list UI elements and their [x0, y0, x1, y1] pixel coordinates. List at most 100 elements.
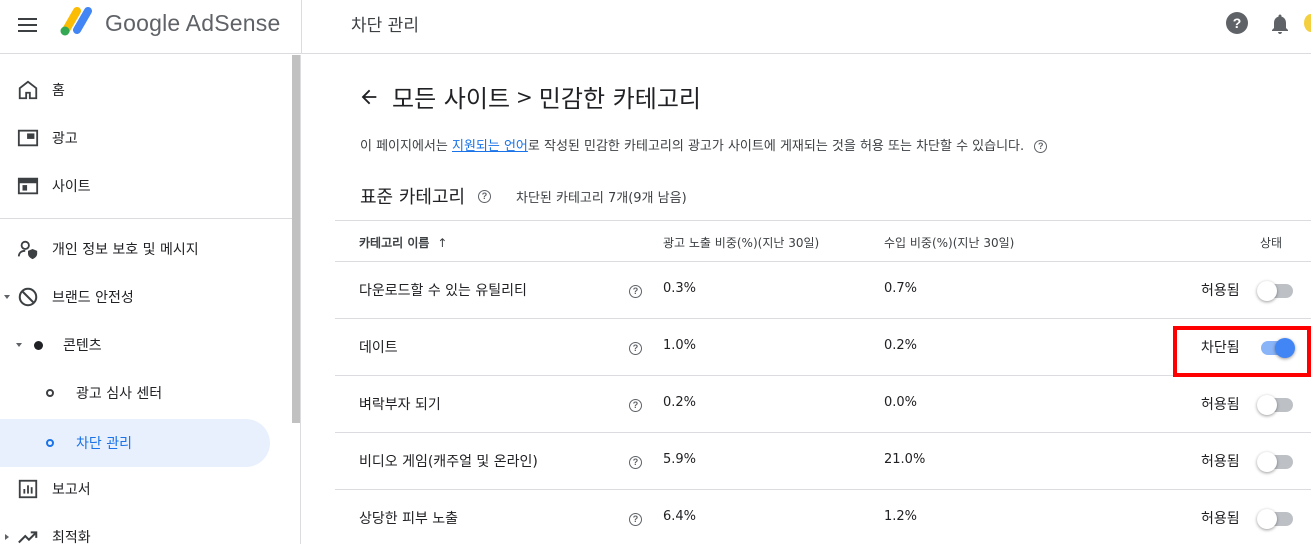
help-icon[interactable]: ? [1226, 12, 1248, 34]
sites-icon [17, 177, 39, 195]
category-name: 벼락부자 되기 [359, 397, 441, 413]
revenue-share: 0.0% [884, 395, 918, 410]
sidebar-item-label: 광고 [52, 131, 78, 147]
revenue-share: 0.2% [884, 338, 918, 353]
impression-share: 0.2% [663, 395, 697, 410]
home-icon [18, 80, 38, 100]
sidebar-item-optimize[interactable]: 최적화 [0, 513, 270, 544]
sidebar-item-privacy[interactable]: 개인 정보 보호 및 메시지 [0, 225, 270, 273]
sidebar-item-ad-review-center[interactable]: 광고 심사 센터 [0, 369, 270, 417]
caret-down-icon [4, 295, 10, 299]
impression-share: 6.4% [663, 509, 697, 524]
sidebar-item-ads[interactable]: 광고 [0, 114, 270, 162]
status-label: 허용됨 [1201, 397, 1240, 413]
block-toggle[interactable] [1257, 508, 1295, 530]
brand-name: Google AdSense [105, 10, 281, 36]
main-content: 모든 사이트 > 민감한 카테고리 이 페이지에서는 지원되는 언어로 작성된 … [302, 55, 1311, 544]
block-icon [18, 287, 38, 307]
category-name: 상당한 피부 노출 [359, 511, 459, 527]
help-circle-icon[interactable]: ? [1034, 140, 1048, 153]
revenue-share: 0.7% [884, 281, 918, 296]
privacy-icon [17, 240, 38, 260]
sidebar-item-label: 차단 관리 [76, 436, 132, 452]
sidebar-item-label: 개인 정보 보호 및 메시지 [52, 242, 199, 258]
adsense-logo-icon [60, 7, 92, 36]
caret-down-icon [16, 343, 22, 347]
category-name: 데이트 [359, 340, 398, 356]
top-app-bar: Google AdSense 차단 관리 ? [0, 0, 1311, 54]
block-toggle[interactable] [1257, 394, 1295, 416]
block-toggle[interactable] [1257, 451, 1295, 473]
sidebar-item-reports[interactable]: 보고서 [0, 465, 270, 513]
column-header-status: 상태 [1260, 236, 1283, 250]
menu-icon[interactable] [16, 13, 40, 37]
column-header-impressions: 광고 노출 비중(%)(지난 30일) [663, 236, 820, 250]
sidebar-item-content[interactable]: 콘텐츠 [0, 321, 270, 369]
description-text: 로 작성된 민감한 카테고리의 광고가 사이트에 게재되는 것을 허용 또는 차… [527, 139, 1025, 154]
sidebar-item-label: 콘텐츠 [63, 338, 102, 354]
impression-share: 5.9% [663, 452, 697, 467]
section-title: 표준 카테고리 [360, 187, 466, 208]
highlight-box [1173, 326, 1311, 377]
ring-icon [46, 439, 54, 447]
help-circle-icon[interactable]: ? [629, 456, 642, 469]
categories-table: 카테고리 이름 ↑ 광고 노출 비중(%)(지난 30일) 수입 비중(%)(지난… [335, 220, 1311, 544]
breadcrumb-all-sites[interactable]: 모든 사이트 [392, 79, 510, 114]
sidebar: 홈 광고 사이트 개인 정보 보호 및 메시지 브랜드 안전성 콘텐츠 광고 심… [0, 55, 301, 544]
table-header: 카테고리 이름 ↑ 광고 노출 비중(%)(지난 30일) 수입 비중(%)(지난… [335, 220, 1311, 262]
column-header-name[interactable]: 카테고리 이름 ↑ [359, 234, 447, 251]
description-text: 이 페이지에서는 [360, 139, 452, 154]
help-circle-icon[interactable]: ? [629, 513, 642, 526]
sort-arrow-icon[interactable]: ↑ [437, 236, 447, 250]
table-row: 데이트 ? 1.0% 0.2% 차단됨 [335, 319, 1311, 377]
table-row: 비디오 게임(캐주얼 및 온라인) ? 5.9% 21.0% 허용됨 [335, 433, 1311, 490]
table-row: 벼락부자 되기 ? 0.2% 0.0% 허용됨 [335, 376, 1311, 433]
sidebar-item-label: 최적화 [52, 530, 91, 544]
impression-share: 0.3% [663, 281, 697, 296]
table-row: 다운로드할 수 있는 유틸리티 ? 0.3% 0.7% 허용됨 [335, 262, 1311, 319]
category-name: 다운로드할 수 있는 유틸리티 [359, 283, 527, 299]
status-label: 허용됨 [1201, 511, 1240, 527]
sidebar-item-label: 홈 [52, 83, 65, 99]
ring-icon [46, 389, 54, 397]
notifications-bell-icon[interactable] [1268, 12, 1292, 36]
sidebar-item-blocking-controls[interactable]: 차단 관리 [0, 419, 270, 467]
column-header-revenue: 수입 비중(%)(지난 30일) [884, 236, 1015, 250]
sidebar-item-label: 보고서 [52, 482, 91, 498]
help-circle-icon[interactable]: ? [629, 285, 642, 298]
help-circle-icon[interactable]: ? [629, 342, 642, 355]
sidebar-item-brand-safety[interactable]: 브랜드 안전성 [0, 273, 270, 321]
sidebar-scrollbar[interactable] [292, 55, 300, 423]
breadcrumb-separator: > [516, 84, 533, 109]
optimize-icon [18, 531, 38, 544]
avatar[interactable] [1304, 14, 1311, 32]
back-arrow-icon[interactable] [358, 86, 380, 108]
sidebar-item-home[interactable]: 홈 [0, 66, 270, 114]
blocked-count: 차단된 카테고리 7개(9개 남음) [516, 191, 687, 206]
status-label: 허용됨 [1201, 283, 1240, 299]
ads-icon [17, 129, 39, 147]
revenue-share: 1.2% [884, 509, 918, 524]
topbar-divider [301, 0, 302, 54]
dot-icon [34, 341, 43, 350]
sidebar-divider [0, 218, 292, 219]
breadcrumb: 모든 사이트 > 민감한 카테고리 [358, 79, 701, 114]
breadcrumb-current: 민감한 카테고리 [538, 85, 701, 113]
help-circle-icon[interactable]: ? [629, 399, 642, 412]
caret-right-icon [5, 534, 9, 540]
page-title: 차단 관리 [351, 16, 419, 36]
status-label: 허용됨 [1201, 454, 1240, 470]
reports-icon [18, 479, 38, 499]
block-toggle[interactable] [1257, 280, 1295, 302]
sidebar-item-label: 광고 심사 센터 [76, 386, 163, 402]
impression-share: 1.0% [663, 338, 697, 353]
sidebar-item-sites[interactable]: 사이트 [0, 162, 270, 210]
revenue-share: 21.0% [884, 452, 926, 467]
category-name: 비디오 게임(캐주얼 및 온라인) [359, 454, 538, 470]
table-row: 상당한 피부 노출 ? 6.4% 1.2% 허용됨 [335, 490, 1311, 544]
supported-languages-link[interactable]: 지원되는 언어 [452, 139, 528, 154]
page-description: 이 페이지에서는 지원되는 언어로 작성된 민감한 카테고리의 광고가 사이트에… [360, 135, 1048, 154]
sidebar-item-label: 브랜드 안전성 [52, 290, 134, 306]
help-circle-icon[interactable]: ? [478, 190, 491, 203]
sidebar-item-label: 사이트 [52, 179, 91, 195]
